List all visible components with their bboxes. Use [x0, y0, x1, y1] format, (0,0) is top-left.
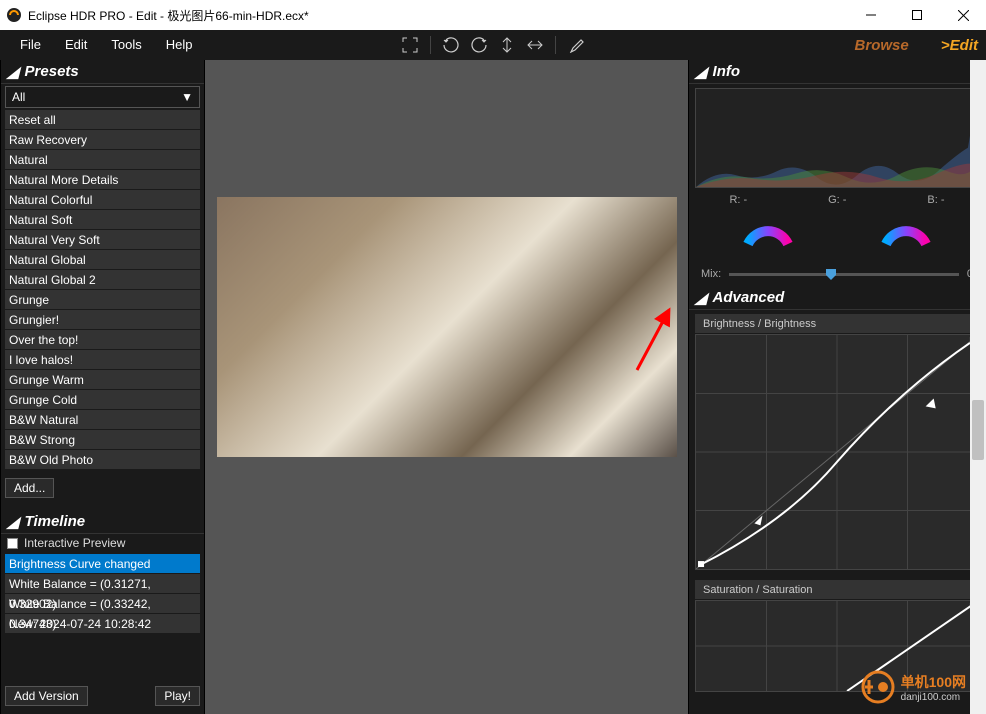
rotate-cw-icon[interactable]	[467, 33, 491, 57]
menu-file[interactable]: File	[8, 30, 53, 60]
histogram[interactable]	[695, 88, 979, 188]
close-button[interactable]	[940, 0, 986, 30]
collapse-icon: ◢	[7, 513, 19, 531]
preset-item[interactable]: Natural Soft	[5, 210, 200, 230]
timeline-item[interactable]: Brightness Curve changed	[5, 554, 200, 574]
mix-slider[interactable]	[729, 273, 959, 276]
preset-item[interactable]: B&W Old Photo	[5, 450, 200, 470]
hue-ring-left[interactable]	[742, 212, 794, 264]
play-button[interactable]: Play!	[155, 686, 200, 706]
toolbar-center	[398, 33, 588, 57]
flip-vertical-icon[interactable]	[495, 33, 519, 57]
window-title: Eclipse HDR PRO - Edit - 极光图片66-min-HDR.…	[28, 7, 309, 24]
preset-item[interactable]: Over the top!	[5, 330, 200, 350]
window-scrollbar[interactable]	[970, 60, 986, 714]
preset-item[interactable]: B&W Natural	[5, 410, 200, 430]
preset-item[interactable]: Grunge Cold	[5, 390, 200, 410]
menu-tools[interactable]: Tools	[99, 30, 153, 60]
timeline-list: Brightness Curve changedWhite Balance = …	[5, 554, 200, 676]
flip-horizontal-icon[interactable]	[523, 33, 547, 57]
advanced-header[interactable]: ◢ Advanced	[689, 286, 985, 310]
preset-item[interactable]: B&W Strong	[5, 430, 200, 450]
preset-filter-dropdown[interactable]: All ▼	[5, 86, 200, 108]
brightness-curve[interactable]	[695, 334, 979, 570]
preset-item[interactable]: Natural Colorful	[5, 190, 200, 210]
canvas-area[interactable]	[205, 60, 688, 714]
add-version-button[interactable]: Add Version	[5, 686, 88, 706]
collapse-icon: ◢	[7, 63, 19, 81]
hue-ring-right[interactable]	[880, 212, 932, 264]
presets-header[interactable]: ◢ Presets	[1, 60, 204, 84]
mix-label: Mix:	[701, 268, 721, 280]
preset-item[interactable]: Grungier!	[5, 310, 200, 330]
image-preview	[217, 197, 677, 457]
app-logo-icon	[6, 7, 22, 23]
timeline-item[interactable]: New: 2024-07-24 10:28:42	[5, 614, 200, 634]
preset-item[interactable]: Natural Global	[5, 250, 200, 270]
info-header[interactable]: ◢ Info	[689, 60, 985, 84]
menu-help[interactable]: Help	[154, 30, 205, 60]
mode-edit[interactable]: >Edit	[941, 37, 978, 54]
add-preset-button[interactable]: Add...	[5, 478, 54, 498]
chevron-down-icon: ▼	[181, 90, 193, 104]
preset-item[interactable]: Natural Global 2	[5, 270, 200, 290]
timeline-item[interactable]: White Balance = (0.33242, 0.34743)	[5, 594, 200, 614]
saturation-curve[interactable]	[695, 600, 979, 692]
maximize-button[interactable]	[894, 0, 940, 30]
mode-browse[interactable]: Browse	[855, 37, 909, 54]
preset-item[interactable]: Natural	[5, 150, 200, 170]
readout-b: B: -	[927, 194, 944, 206]
preset-item[interactable]: Natural More Details	[5, 170, 200, 190]
menu-edit[interactable]: Edit	[53, 30, 99, 60]
preset-item[interactable]: I love halos!	[5, 350, 200, 370]
slider-thumb-icon[interactable]	[826, 269, 836, 280]
eyedropper-icon[interactable]	[564, 33, 588, 57]
preset-item[interactable]: Raw Recovery	[5, 130, 200, 150]
rgb-readout: R: - G: - B: -	[689, 192, 985, 210]
color-rings	[689, 210, 985, 266]
interactive-preview-checkbox[interactable]: Interactive Preview	[1, 534, 204, 552]
preset-item[interactable]: Grunge Warm	[5, 370, 200, 390]
timeline-item[interactable]: White Balance = (0.31271, 0.32902)	[5, 574, 200, 594]
minimize-button[interactable]	[848, 0, 894, 30]
collapse-icon: ◢	[695, 63, 707, 81]
preset-item[interactable]: Grunge	[5, 290, 200, 310]
annotation-arrow-icon	[633, 306, 673, 374]
fit-screen-icon[interactable]	[398, 33, 422, 57]
preset-item[interactable]: Natural Very Soft	[5, 230, 200, 250]
timeline-header[interactable]: ◢ Timeline	[1, 510, 204, 534]
window-titlebar: Eclipse HDR PRO - Edit - 极光图片66-min-HDR.…	[0, 0, 986, 30]
preset-item[interactable]: Reset all	[5, 110, 200, 130]
saturation-curve-label: Saturation / Saturation	[695, 580, 979, 600]
brightness-curve-label: Brightness / Brightness	[695, 314, 979, 334]
preset-list: Reset allRaw RecoveryNaturalNatural More…	[5, 110, 200, 470]
collapse-icon: ◢	[695, 289, 707, 307]
readout-r: R: -	[729, 194, 747, 206]
readout-g: G: -	[828, 194, 846, 206]
rotate-ccw-icon[interactable]	[439, 33, 463, 57]
menubar: File Edit Tools Help Browse >Edit	[0, 30, 986, 60]
